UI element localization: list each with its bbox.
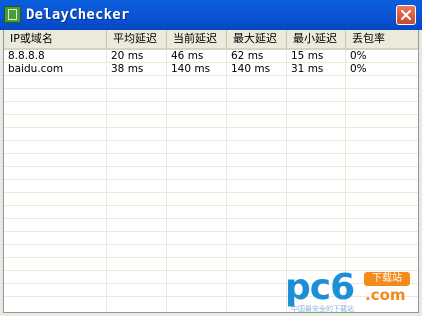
grid-line xyxy=(4,114,418,115)
grid-line xyxy=(4,231,418,232)
cell-loss: 0% xyxy=(350,50,367,62)
cell-loss: 0% xyxy=(350,63,367,75)
grid-line xyxy=(4,88,418,89)
window-title: DelayChecker xyxy=(26,7,130,23)
watermark-logo: pc6 xyxy=(285,267,355,308)
app-icon[interactable] xyxy=(4,6,21,23)
grid-line xyxy=(4,257,418,258)
grid-line xyxy=(4,75,418,76)
cell-current: 46 ms xyxy=(171,50,204,62)
grid-line xyxy=(4,218,418,219)
column-header-current[interactable]: 当前延迟 xyxy=(167,30,227,48)
cell-max: 140 ms xyxy=(231,63,271,75)
watermark-tagline: 中国最安全的下载站 xyxy=(291,305,354,313)
cell-max: 62 ms xyxy=(231,50,264,62)
grid-line xyxy=(4,192,418,193)
list-header: IP或域名 平均延迟 当前延迟 最大延迟 最小延迟 丢包率 xyxy=(4,30,418,50)
grid-line xyxy=(4,153,418,154)
cell-host: 8.8.8.8 xyxy=(8,50,45,62)
column-divider xyxy=(106,50,107,312)
grid-line xyxy=(4,127,418,128)
column-header-max[interactable]: 最大延迟 xyxy=(227,30,287,48)
grid-line xyxy=(4,166,418,167)
grid-line xyxy=(4,101,418,102)
pc6-watermark: pc6 下载站 .com 中国最安全的下载站 xyxy=(285,267,413,313)
column-header-ip[interactable]: IP或域名 xyxy=(4,30,107,48)
grid-line xyxy=(4,140,418,141)
column-divider xyxy=(226,50,227,312)
cell-current: 140 ms xyxy=(171,63,211,75)
cell-host: baidu.com xyxy=(8,63,64,75)
grid-line xyxy=(4,179,418,180)
watermark-badge: 下载站 xyxy=(364,272,410,286)
column-header-loss[interactable]: 丢包率 xyxy=(346,30,418,48)
close-button[interactable] xyxy=(396,5,416,25)
column-divider xyxy=(166,50,167,312)
cell-avg: 38 ms xyxy=(111,63,144,75)
cell-avg: 20 ms xyxy=(111,50,144,62)
watermark-domain: .com xyxy=(365,286,406,304)
cell-min: 31 ms xyxy=(291,63,324,75)
cell-min: 15 ms xyxy=(291,50,324,62)
column-header-min[interactable]: 最小延迟 xyxy=(287,30,346,48)
grid-line xyxy=(4,205,418,206)
column-header-avg[interactable]: 平均延迟 xyxy=(107,30,167,48)
delaychecker-window: DelayChecker IP或域名 平均延迟 当前延迟 最大延迟 最小延迟 丢… xyxy=(0,0,422,316)
title-bar[interactable]: DelayChecker xyxy=(0,0,422,30)
grid-line xyxy=(4,244,418,245)
close-icon xyxy=(401,10,411,20)
